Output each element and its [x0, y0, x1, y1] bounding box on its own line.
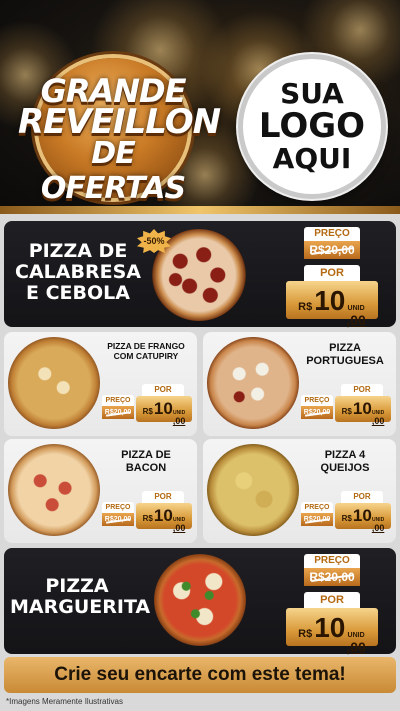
- product-name-line1: PIZZA DE: [28, 240, 128, 262]
- price-decimal: ,00: [371, 523, 385, 533]
- pizza-image: [154, 554, 246, 646]
- price-currency: R$: [142, 514, 153, 523]
- preco-label: PREÇO: [301, 502, 333, 513]
- price-decimal: ,00: [346, 312, 366, 328]
- price-unit: UNID: [347, 305, 365, 312]
- cta-banner[interactable]: Crie seu encarte com este tema!: [4, 657, 396, 693]
- old-price: R$20,00: [102, 406, 134, 419]
- logo-placeholder[interactable]: SUA LOGO AQUI: [238, 54, 386, 199]
- product-name-line1: PIZZA: [329, 342, 361, 354]
- price-integer: 10: [352, 399, 372, 418]
- por-label: POR: [142, 384, 184, 396]
- price-decimal: ,00: [172, 416, 186, 426]
- disclaimer-text: *Imagens Meramente Ilustrativas: [6, 697, 123, 706]
- product-name-line2: QUEIJOS: [320, 461, 370, 474]
- por-label: POR: [142, 491, 184, 503]
- price-integer: 10: [153, 506, 173, 525]
- por-label: POR: [304, 592, 360, 608]
- preco-label: PREÇO: [102, 502, 134, 513]
- product-name-line2: CALABRESA: [15, 260, 141, 283]
- header-banner: GRANDE REVEILLON DE OFERTAS SUA LOGO AQU…: [0, 0, 400, 214]
- product-name-line2: PORTUGUESA: [306, 354, 384, 367]
- por-label: POR: [304, 265, 360, 281]
- product-name-line2: MARGUERITA: [10, 595, 151, 618]
- price-suffix: UNID ,00: [372, 517, 385, 533]
- price-unit: UNID: [347, 632, 365, 639]
- current-price: R$ 10 UNID ,00: [136, 503, 192, 533]
- logo-text-line3: AQUI: [272, 142, 352, 176]
- header-divider: [0, 206, 400, 214]
- current-price: R$ 10 UNID ,00: [136, 396, 192, 426]
- price-suffix: UNID ,00: [346, 632, 365, 655]
- current-price: R$ 10 UNID ,00: [286, 281, 378, 328]
- product-name: PIZZA DE FRANGO COM CATUPIRY: [100, 341, 192, 362]
- pizza-image: [8, 337, 100, 429]
- price-suffix: UNID ,00: [173, 410, 186, 426]
- badge-title-line3: DE OFERTAS: [40, 136, 186, 206]
- price-integer: 10: [153, 399, 173, 418]
- product-card-bacon[interactable]: PIZZA DE BACON PREÇO R$20,00 POR R$ 10 U…: [4, 439, 197, 543]
- price-decimal: ,00: [346, 639, 366, 655]
- product-name: PIZZA DE BACON: [100, 449, 192, 474]
- preco-label: PREÇO: [304, 554, 360, 568]
- price-currency: R$: [298, 628, 313, 640]
- price-currency: R$: [341, 407, 352, 416]
- current-price: R$ 10 UNID ,00: [335, 503, 391, 533]
- price-decimal: ,00: [371, 416, 385, 426]
- product-name-line1: PIZZA: [45, 575, 109, 597]
- old-price: R$20,00: [301, 513, 333, 526]
- product-card-calabresa[interactable]: PIZZA DE CALABRESA E CEBOLA PREÇO R$20,0…: [4, 221, 396, 328]
- product-name: PIZZA MARGUERITA: [10, 575, 151, 618]
- price-suffix: UNID ,00: [173, 517, 186, 533]
- old-price: R$20,00: [102, 513, 134, 526]
- por-label: POR: [341, 384, 383, 396]
- por-label: POR: [341, 491, 383, 503]
- product-name-line1: PIZZA 4: [324, 449, 366, 461]
- product-name: PIZZA PORTUGUESA: [299, 342, 391, 367]
- price-currency: R$: [142, 407, 153, 416]
- product-card-frango[interactable]: PIZZA DE FRANGO COM CATUPIRY PREÇO R$20,…: [4, 332, 197, 436]
- price-decimal: ,00: [172, 523, 186, 533]
- price-integer: 10: [314, 285, 346, 316]
- product-name-line2: COM CATUPIRY: [113, 350, 179, 361]
- price-integer: 10: [314, 612, 346, 643]
- price-currency: R$: [341, 514, 352, 523]
- price-suffix: UNID ,00: [346, 305, 365, 328]
- old-price: R$20,00: [304, 241, 360, 259]
- preco-label: PREÇO: [304, 227, 360, 241]
- product-card-portuguesa[interactable]: PIZZA PORTUGUESA PREÇO R$20,00 POR R$ 10…: [203, 332, 396, 436]
- product-name-line2: BACON: [125, 461, 167, 474]
- promo-badge: GRANDE REVEILLON DE OFERTAS: [18, 52, 221, 206]
- product-name-line3: E CEBOLA: [26, 281, 130, 304]
- current-price: R$ 10 UNID ,00: [286, 608, 378, 655]
- logo-text-line1: SUA: [280, 77, 344, 111]
- preco-label: PREÇO: [301, 395, 333, 406]
- product-name: PIZZA DE CALABRESA E CEBOLA: [12, 241, 144, 304]
- preco-label: PREÇO: [102, 395, 134, 406]
- product-name: PIZZA 4 QUEIJOS: [299, 449, 391, 474]
- pizza-image: [8, 444, 100, 536]
- old-price: R$20,00: [304, 568, 360, 586]
- price-currency: R$: [298, 301, 313, 313]
- product-card-queijos[interactable]: PIZZA 4 QUEIJOS PREÇO R$20,00 POR R$ 10 …: [203, 439, 396, 543]
- current-price: R$ 10 UNID ,00: [335, 396, 391, 426]
- logo-text-line2: LOGO: [258, 105, 366, 146]
- pizza-image: [207, 444, 299, 536]
- price-suffix: UNID ,00: [372, 410, 385, 426]
- old-price: R$20,00: [301, 406, 333, 419]
- product-card-marguerita[interactable]: PIZZA MARGUERITA PREÇO R$20,00 POR R$ 10…: [4, 548, 396, 655]
- pizza-image: [207, 337, 299, 429]
- product-name-line1: PIZZA DE: [121, 449, 171, 461]
- price-integer: 10: [352, 506, 372, 525]
